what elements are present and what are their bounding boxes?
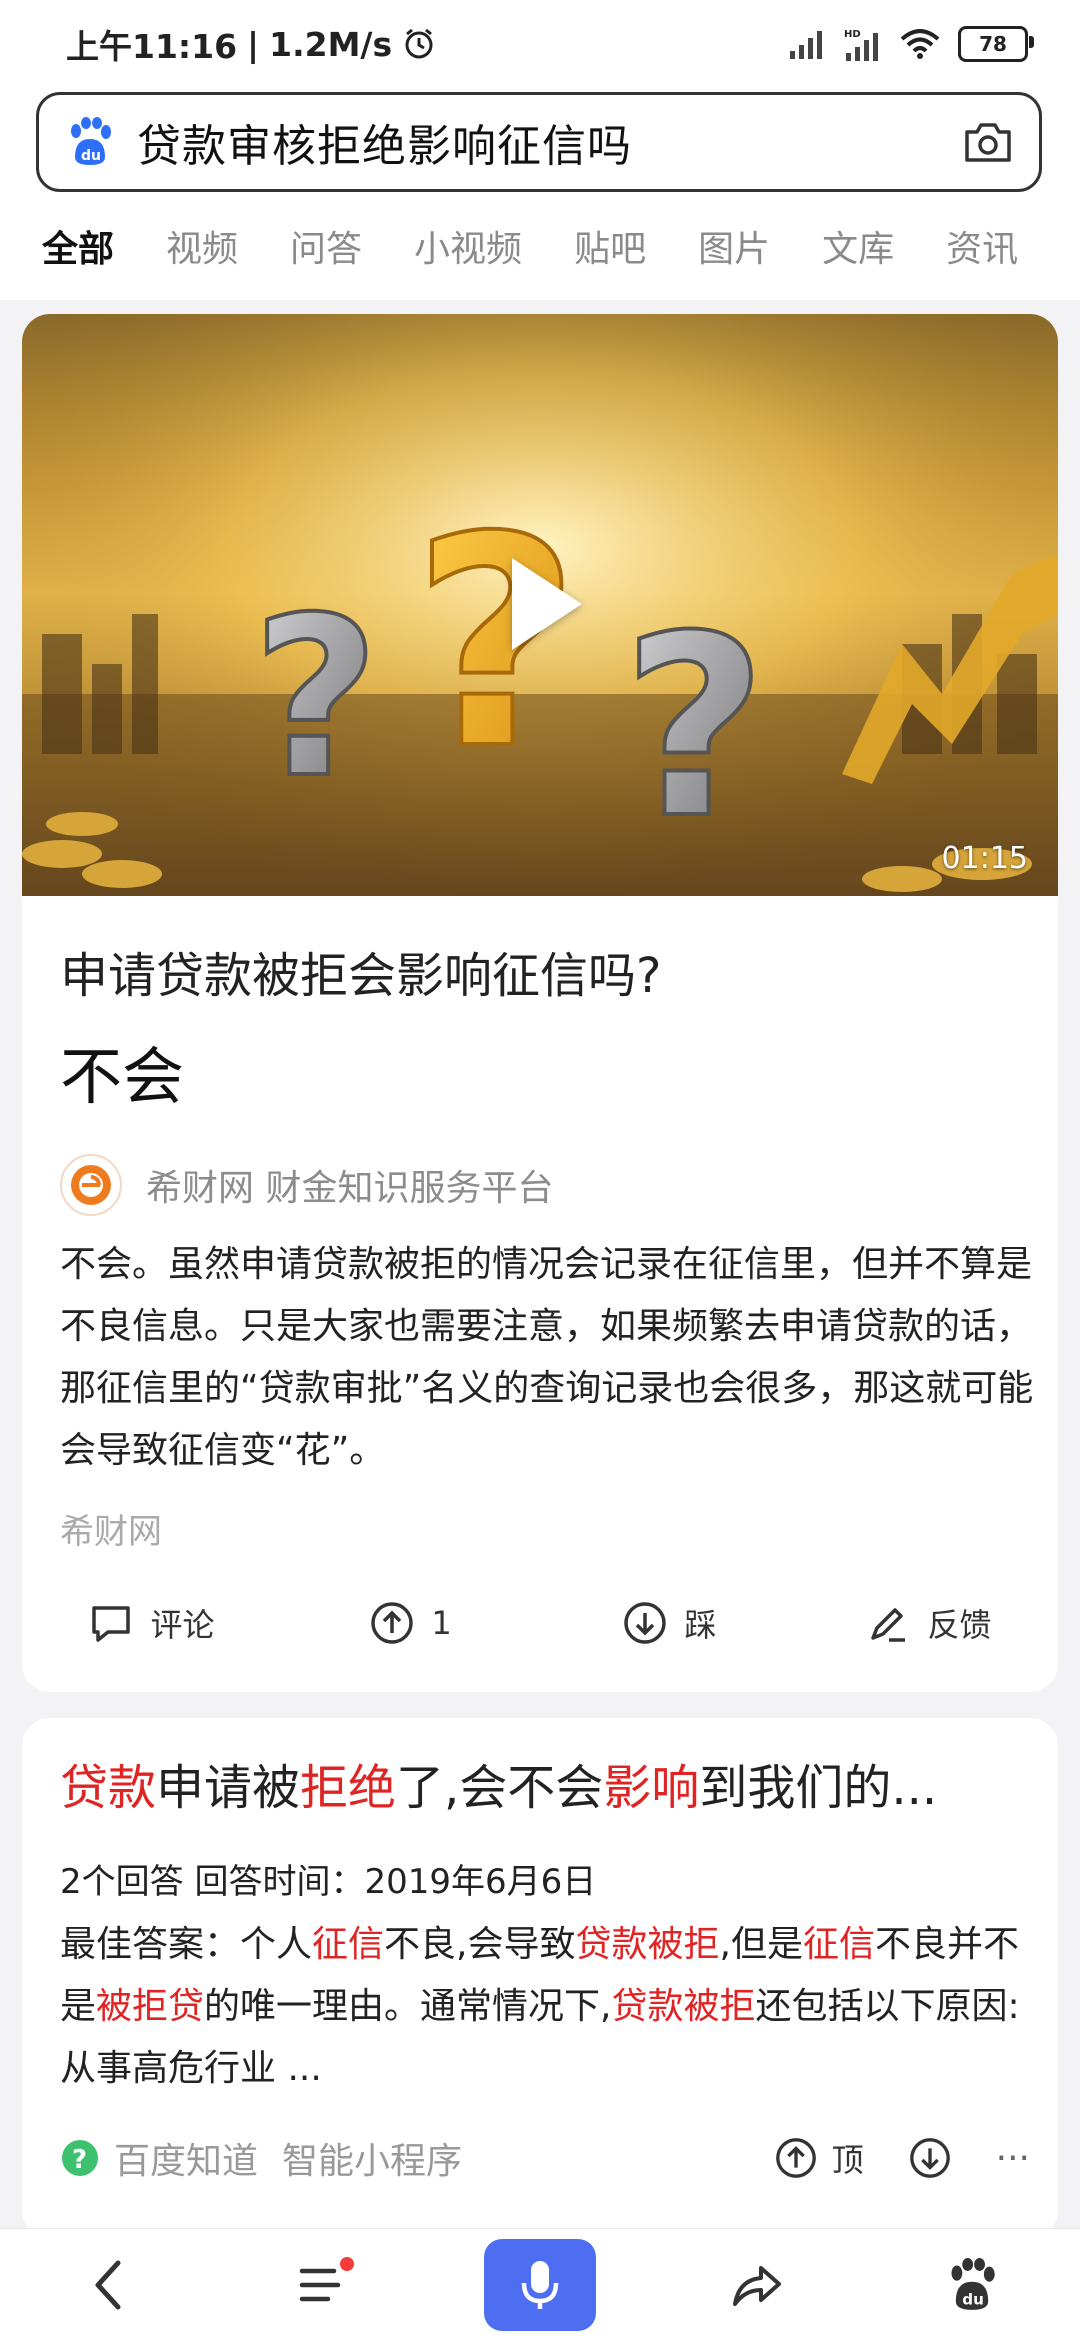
mic-button[interactable] — [484, 2239, 596, 2331]
up-button[interactable]: 顶 — [774, 2135, 864, 2181]
snippet-text: 的唯一理由。通常情况下, — [204, 1986, 612, 2027]
source-logo-icon — [60, 1154, 122, 1216]
tab-news[interactable]: 资讯 — [946, 220, 1018, 272]
chevron-left-icon — [95, 2260, 121, 2310]
snippet-highlight: 征信 — [802, 1924, 875, 1965]
search-input[interactable]: 贷款审核拒绝影响征信吗 — [137, 110, 963, 174]
title-highlight: 贷款 — [60, 1760, 157, 1816]
tab-all[interactable]: 全部 — [42, 220, 114, 272]
pencil-icon — [871, 1608, 906, 1642]
share-icon — [733, 2266, 781, 2306]
baidu-home-button[interactable]: du — [912, 2235, 1032, 2335]
back-button[interactable] — [48, 2235, 168, 2335]
bottom-nav: du — [0, 2228, 1080, 2341]
video-player[interactable]: ? ? ? 01:15 — [22, 314, 1058, 896]
result-card-video: ? ? ? 01:15 申请贷款被拒会影响征信吗? 不会 希财网 财金知识服务平… — [22, 314, 1058, 1692]
title-highlight: 影响 — [603, 1760, 700, 1816]
source-name: 希财网 财金知识服务平台 — [146, 1168, 554, 1209]
answer-source: 希财网 — [60, 1512, 162, 1552]
more-button[interactable]: ··· — [996, 2138, 1030, 2179]
svg-text:HD: HD — [844, 29, 861, 40]
answer-question-title[interactable]: 申请贷款被拒会影响征信吗? — [60, 936, 661, 1006]
status-divider: | — [247, 24, 260, 64]
title-text: 到我们的... — [699, 1760, 938, 1816]
zhidao-question-icon: ? — [62, 2140, 98, 2176]
source-mini-program[interactable]: 智能小程序 — [282, 2132, 462, 2184]
snippet-text: 不良,会导致 — [384, 1924, 576, 1965]
microphone-icon — [521, 2261, 559, 2309]
tab-tieba[interactable]: 贴吧 — [574, 220, 646, 272]
source-zhidao[interactable]: 百度知道 — [114, 2132, 258, 2184]
svg-text:du: du — [962, 2290, 984, 2308]
snippet-highlight: 贷款被拒 — [611, 1986, 756, 2027]
result-title[interactable]: 贷款申请被拒绝了,会不会影响到我们的... — [60, 1748, 1030, 1818]
snippet-highlight: 贷款被拒 — [575, 1924, 720, 1965]
status-speed: 1.2M/s — [269, 24, 393, 64]
signal-icon — [790, 31, 822, 59]
snippet-highlight: 征信 — [312, 1924, 385, 1965]
status-left: 上午11:16 | 1.2M/s — [66, 20, 436, 68]
notification-dot — [340, 2257, 354, 2271]
voice-search-button[interactable] — [480, 2235, 600, 2335]
comment-label: 评论 — [150, 1606, 215, 1644]
upvote-button[interactable]: 1 — [281, 1600, 540, 1646]
baidu-paw-icon: du — [71, 117, 111, 165]
result-card-zhidao: 贷款申请被拒绝了,会不会影响到我们的... 2个回答 回答时间：2019年6月6… — [22, 1718, 1058, 2238]
svg-text:du: du — [81, 148, 101, 164]
video-duration: 01:15 — [941, 841, 1028, 876]
up-label: 顶 — [831, 2141, 864, 2179]
result-meta: 2个回答 回答时间：2019年6月6日 — [60, 1862, 597, 1902]
baidu-paw-icon: du — [951, 2258, 995, 2310]
snippet-text: ,但是 — [719, 1924, 803, 1965]
status-bar: 上午11:16 | 1.2M/s HD 78 — [0, 0, 1080, 88]
downvote-label: 踩 — [684, 1606, 717, 1644]
battery-indicator: 78 — [958, 26, 1034, 62]
snippet-text: 最佳答案：个人 — [60, 1924, 313, 1965]
camera-icon[interactable] — [963, 120, 1013, 164]
search-tabs: 全部 视频 问答 小视频 贴吧 图片 文库 资讯 — [0, 206, 1080, 286]
alarm-icon — [405, 28, 433, 59]
result-snippet: 最佳答案：个人征信不良,会导致贷款被拒,但是征信不良并不是被拒贷的唯一理由。通常… — [60, 1914, 1040, 2100]
comment-icon — [92, 1606, 131, 1642]
tab-wenku[interactable]: 文库 — [822, 220, 894, 272]
status-time: 上午11:16 — [66, 27, 238, 66]
result-actions: 顶 ··· — [774, 2135, 1030, 2181]
tab-short-video[interactable]: 小视频 — [414, 220, 522, 272]
upvote-icon — [371, 1602, 414, 1644]
share-button[interactable] — [696, 2235, 816, 2335]
answer-body: 不会。虽然申请贷款被拒的情况会记录在征信里，但并不算是不良信息。只是大家也需要注… — [60, 1244, 1034, 1471]
title-text: 了,会不会 — [396, 1760, 604, 1816]
svg-text:?: ? — [622, 582, 767, 873]
title-text: 申请被 — [156, 1760, 301, 1816]
title-highlight: 拒绝 — [300, 1760, 397, 1816]
downvote-button[interactable]: 踩 — [540, 1600, 799, 1646]
svg-text:?: ? — [252, 570, 380, 826]
search-box[interactable]: du 贷款审核拒绝影响征信吗 — [36, 92, 1042, 192]
status-right: HD 78 — [790, 26, 1034, 62]
card-actions: 评论 1 踩 反馈 — [22, 1578, 1058, 1668]
upvote-count: 1 — [431, 1604, 452, 1642]
downvote-icon[interactable] — [908, 2136, 952, 2180]
feedback-button[interactable]: 反馈 — [799, 1600, 1058, 1646]
svg-text:?: ? — [72, 2145, 87, 2175]
tab-qa[interactable]: 问答 — [290, 220, 362, 272]
downvote-icon — [624, 1602, 667, 1644]
tab-images[interactable]: 图片 — [698, 220, 770, 272]
wifi-icon — [900, 29, 940, 59]
feedback-label: 反馈 — [927, 1606, 992, 1644]
result-footer: ? 百度知道 智能小程序 顶 ··· — [60, 2132, 1030, 2184]
hd-signal-icon: HD — [844, 29, 878, 61]
play-icon[interactable] — [512, 558, 582, 650]
upvote-icon — [775, 2138, 816, 2178]
tab-video[interactable]: 视频 — [166, 220, 238, 272]
comment-button[interactable]: 评论 — [22, 1600, 281, 1646]
snippet-highlight: 被拒贷 — [96, 1986, 205, 2027]
menu-button[interactable] — [264, 2235, 384, 2335]
source-row[interactable]: 希财网 财金知识服务平台 — [60, 1154, 553, 1216]
answer-short: 不会 — [60, 1040, 185, 1113]
